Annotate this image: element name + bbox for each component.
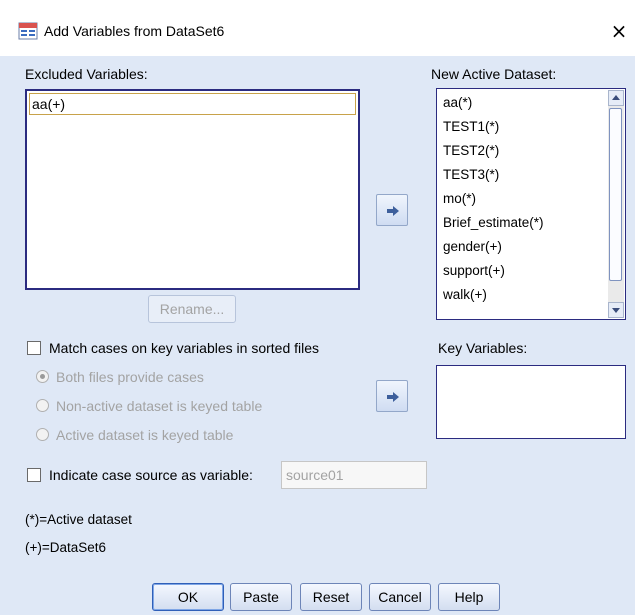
move-to-key-variables-button[interactable] [376,380,408,412]
list-item[interactable]: Brief_estimate(*) [443,213,544,233]
scroll-down-icon[interactable] [608,302,624,318]
list-item[interactable]: support(+) [443,261,505,281]
radio-active-keyed-label: Active dataset is keyed table [56,427,234,443]
help-button[interactable]: Help [438,583,500,611]
indicate-source-label: Indicate case source as variable: [49,467,253,483]
key-variables-label: Key Variables: [438,340,528,356]
arrow-right-icon [387,206,399,216]
spss-merge-icon [18,22,38,40]
close-icon[interactable]: × [607,18,631,44]
indicate-source-checkbox[interactable] [27,468,41,482]
radio-non-active-keyed-label: Non-active dataset is keyed table [56,398,263,414]
match-cases-checkbox[interactable] [27,341,41,355]
list-item[interactable]: TEST3(*) [443,165,499,185]
arrow-right-icon [387,392,399,402]
new-active-dataset-label: New Active Dataset: [431,66,557,82]
list-item[interactable]: mo(*) [443,189,476,209]
list-item[interactable]: TEST2(*) [443,141,499,161]
scroll-thumb[interactable] [609,108,622,281]
source-variable-input[interactable]: source01 [281,461,427,489]
rename-button[interactable]: Rename... [148,295,236,323]
radio-both-files-label: Both files provide cases [56,369,204,385]
legend-active: (*)=Active dataset [25,512,132,527]
list-item[interactable]: aa(+) [29,93,356,115]
legend-dataset6: (+)=DataSet6 [25,540,107,555]
scroll-up-icon[interactable] [608,90,624,106]
cancel-button[interactable]: Cancel [369,583,431,611]
paste-button[interactable]: Paste [230,583,292,611]
radio-active-keyed[interactable] [36,428,49,441]
vertical-scrollbar[interactable] [608,90,624,318]
list-item[interactable]: aa(*) [443,93,472,113]
new-active-dataset-list[interactable]: aa(*) TEST1(*) TEST2(*) TEST3(*) mo(*) B… [436,88,626,320]
key-variables-list[interactable] [436,365,626,439]
move-to-new-dataset-button[interactable] [376,194,408,226]
list-item[interactable]: TEST1(*) [443,117,499,137]
radio-both-files[interactable] [36,370,49,383]
excluded-variables-label: Excluded Variables: [25,66,148,82]
list-item[interactable]: walk(+) [443,285,487,305]
match-cases-label: Match cases on key variables in sorted f… [49,340,320,356]
list-item[interactable]: gender(+) [443,237,502,257]
title-bar: Add Variables from DataSet6 × [0,0,635,56]
excluded-variables-list[interactable]: aa(+) [25,89,360,290]
reset-button[interactable]: Reset [300,583,362,611]
radio-non-active-keyed[interactable] [36,399,49,412]
ok-button[interactable]: OK [152,583,224,611]
window-title: Add Variables from DataSet6 [44,23,225,39]
